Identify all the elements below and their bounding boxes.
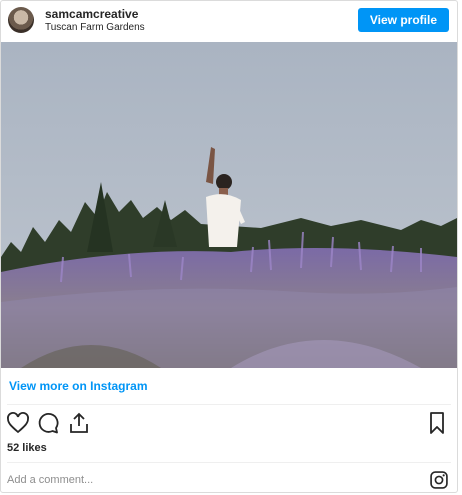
avatar[interactable] [8,7,34,33]
bookmark-icon[interactable] [425,411,449,435]
instagram-icon[interactable] [429,470,449,490]
action-bar [1,411,457,439]
comment-icon[interactable] [36,411,60,435]
view-more-link[interactable]: View more on Instagram [9,379,148,393]
username[interactable]: samcamcreative [45,7,138,21]
comment-input[interactable] [7,471,407,489]
heart-icon[interactable] [6,411,30,435]
lavender-field-image [1,42,457,368]
location-label[interactable]: Tuscan Farm Gardens [45,22,145,33]
divider [7,462,451,463]
divider [7,404,451,405]
likes-count[interactable]: 52 likes [7,442,47,454]
post-header: samcamcreative Tuscan Farm Gardens View … [1,1,457,41]
share-icon[interactable] [67,411,91,435]
view-profile-button[interactable]: View profile [357,8,449,32]
post-photo[interactable] [1,42,457,368]
instagram-embed-card: samcamcreative Tuscan Farm Gardens View … [0,0,458,493]
